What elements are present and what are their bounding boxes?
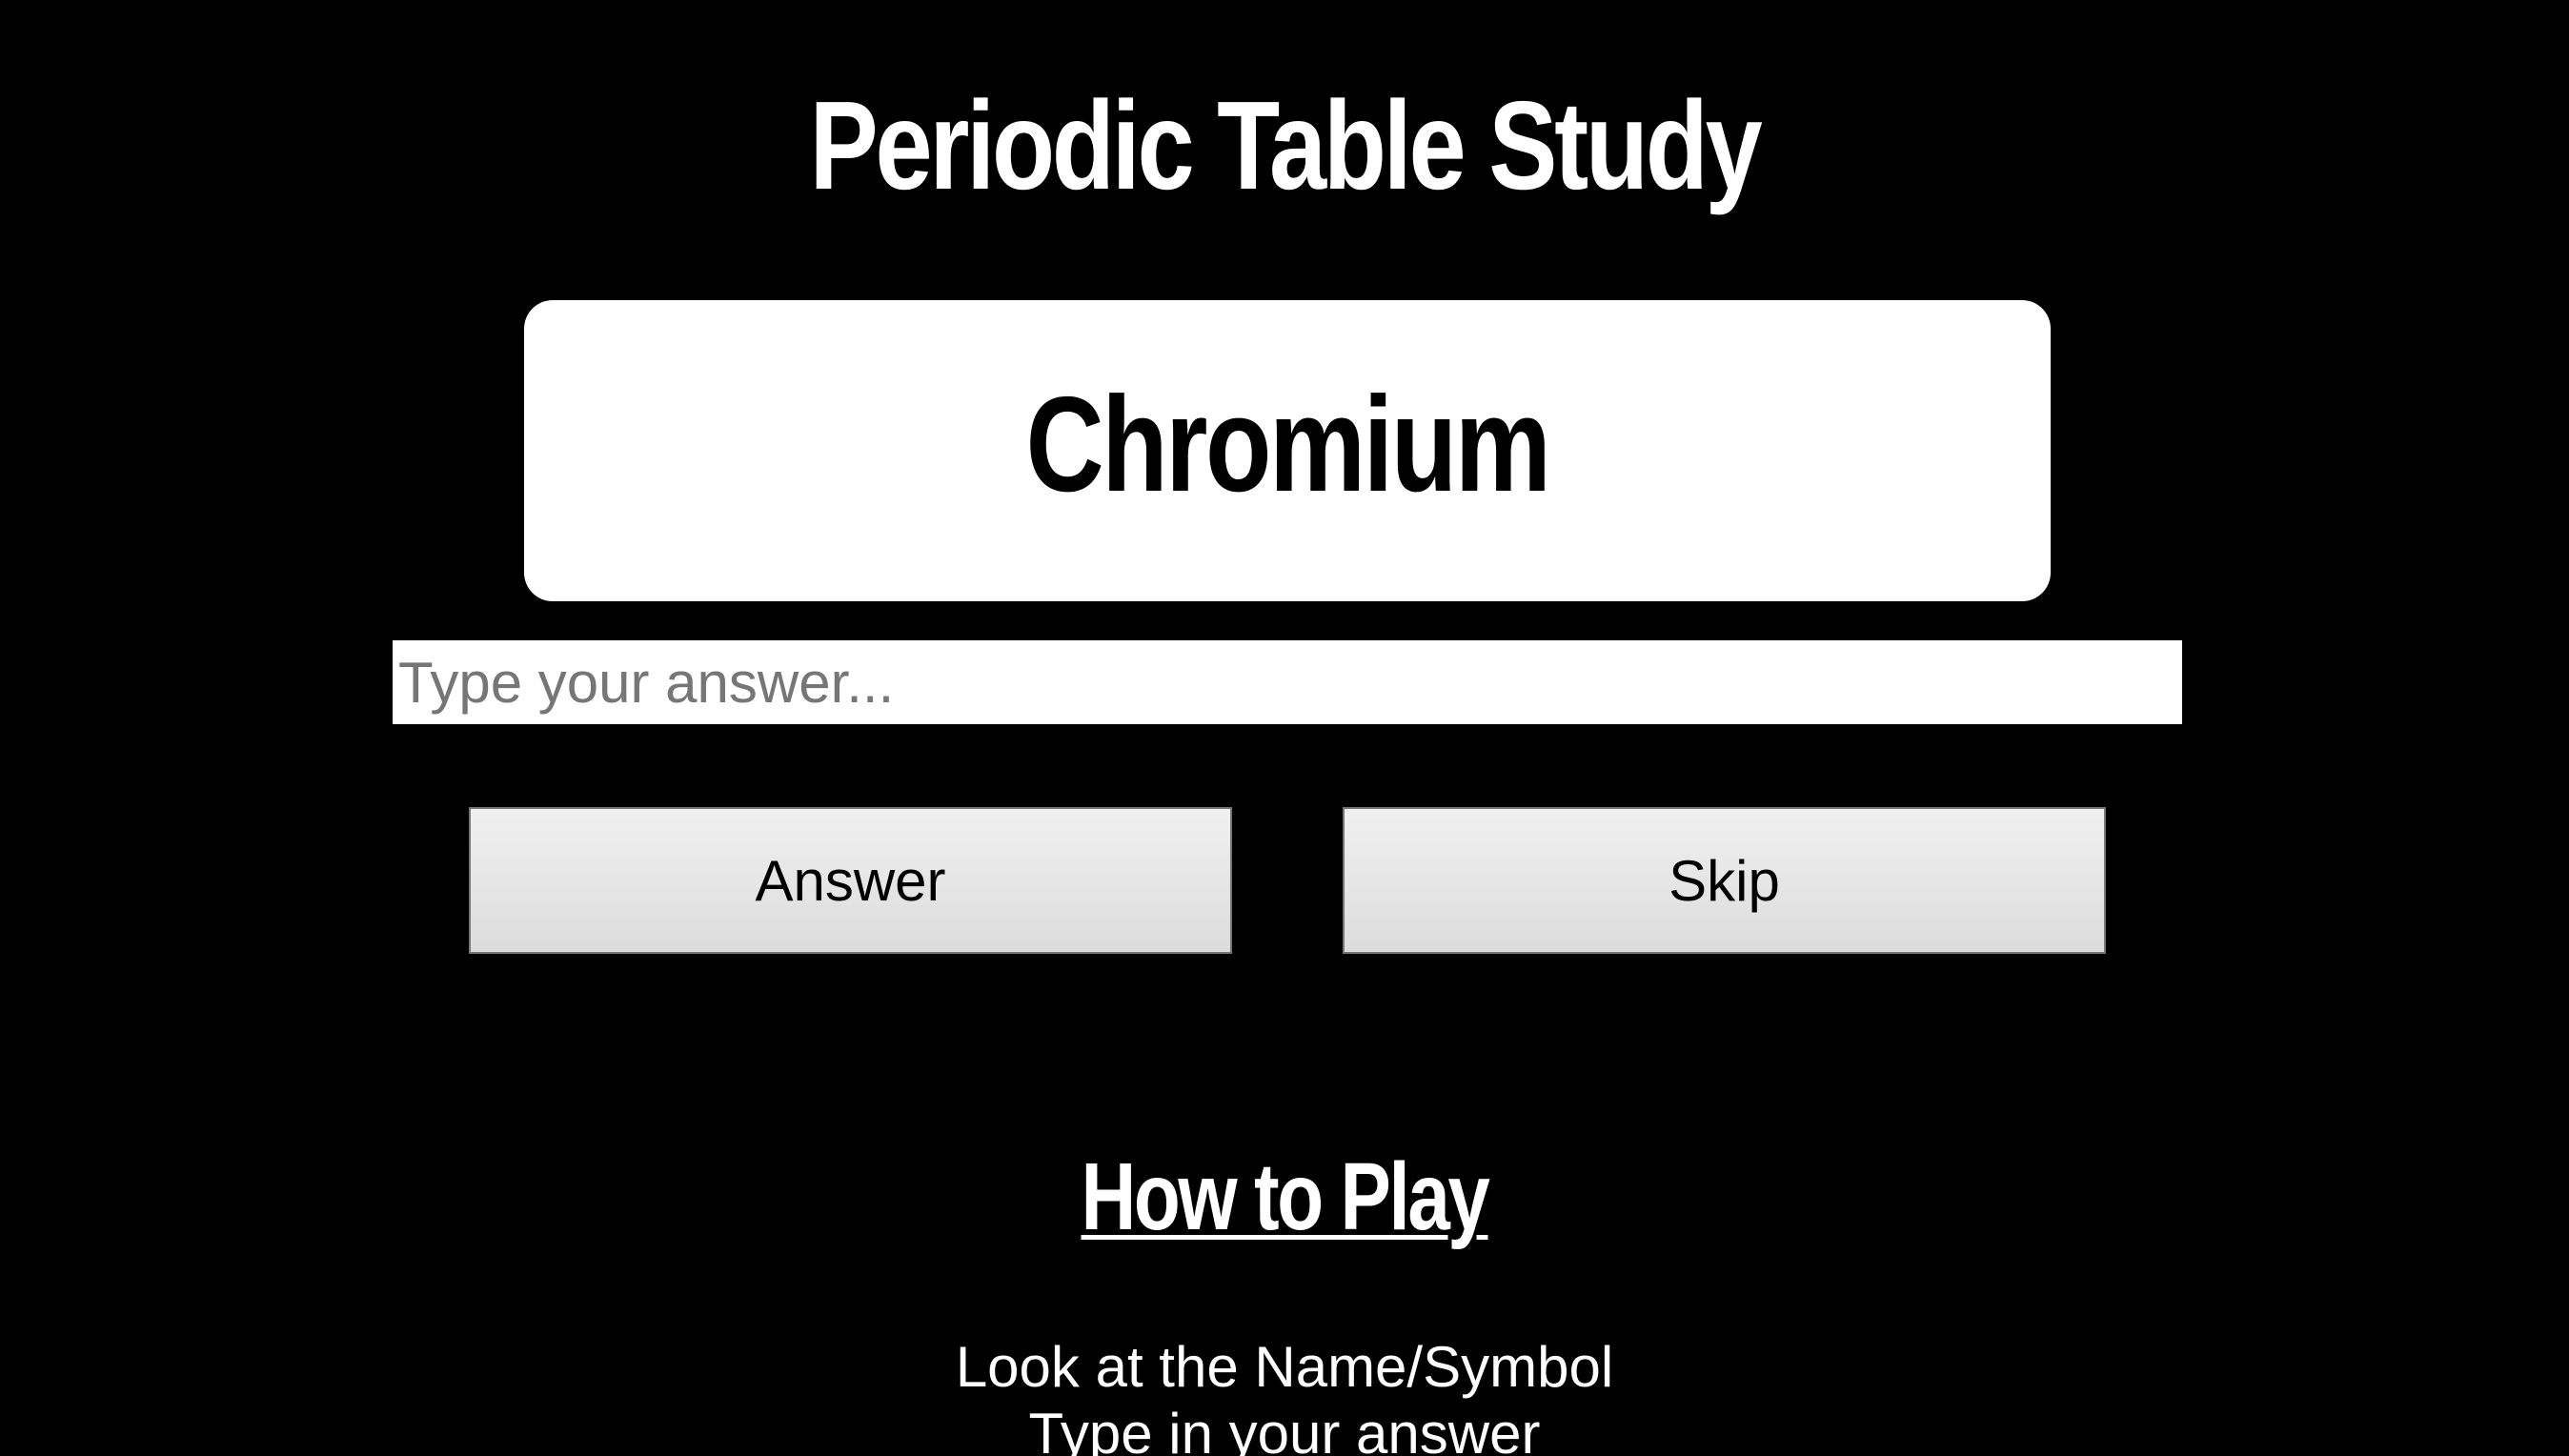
answer-input[interactable]: [393, 640, 2182, 724]
skip-button[interactable]: Skip: [1343, 807, 2106, 954]
element-prompt: Chromium: [1025, 369, 1551, 520]
element-card: Chromium: [524, 300, 2051, 601]
instruction-line: Type in your answer: [1028, 1402, 1541, 1456]
page-title: Periodic Table Study: [809, 75, 1763, 215]
how-to-play-instructions: Look at the Name/Symbol Type in your ans…: [0, 1334, 2569, 1456]
answer-button[interactable]: Answer: [469, 807, 1232, 954]
instruction-line: Look at the Name/Symbol: [955, 1335, 1614, 1399]
how-to-play-heading: How to Play: [1081, 1143, 1490, 1250]
